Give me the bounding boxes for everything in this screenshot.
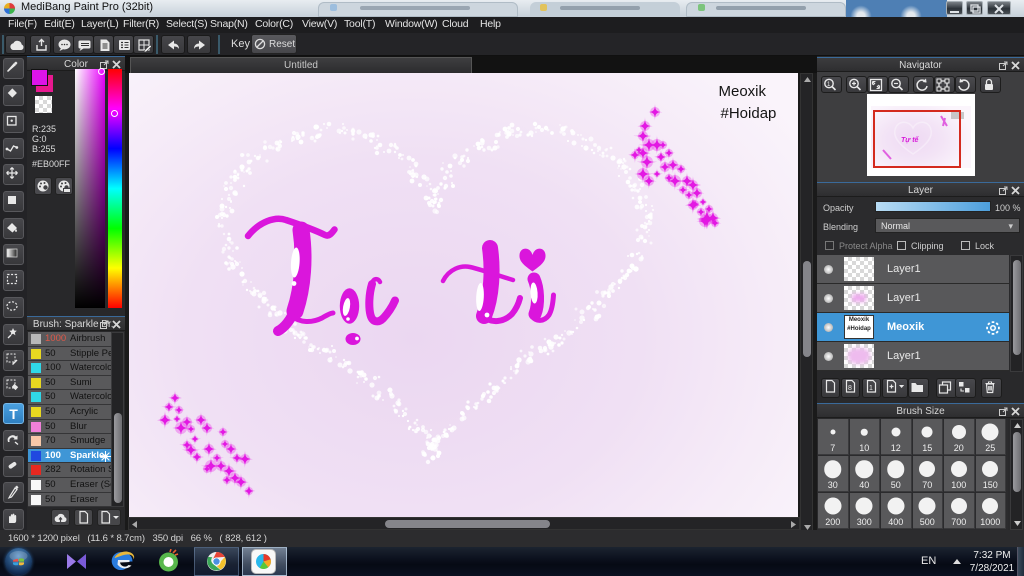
svg-text:8: 8 [848,385,852,392]
svg-text:1: 1 [869,385,873,392]
